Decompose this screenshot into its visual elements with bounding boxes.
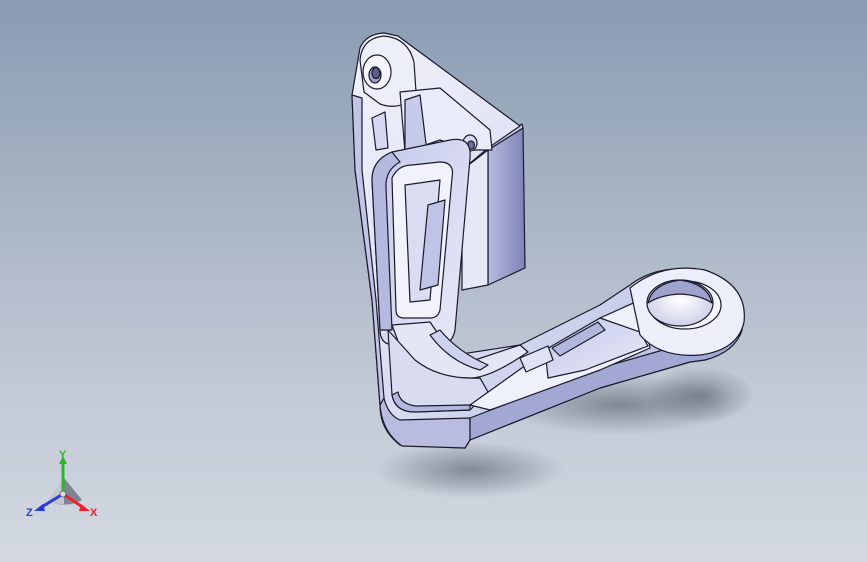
triad-origin (59, 490, 67, 498)
bracket-part-model[interactable] (0, 0, 867, 562)
y-axis-label: Y (59, 449, 67, 461)
coordinate-triad: Y X Z (26, 449, 98, 519)
graphics-viewport[interactable]: Y X Z (0, 0, 867, 562)
main-pocket (371, 138, 471, 346)
z-axis-label: Z (26, 507, 33, 519)
x-axis-label: X (90, 507, 98, 519)
arm-end-ring (629, 267, 745, 356)
